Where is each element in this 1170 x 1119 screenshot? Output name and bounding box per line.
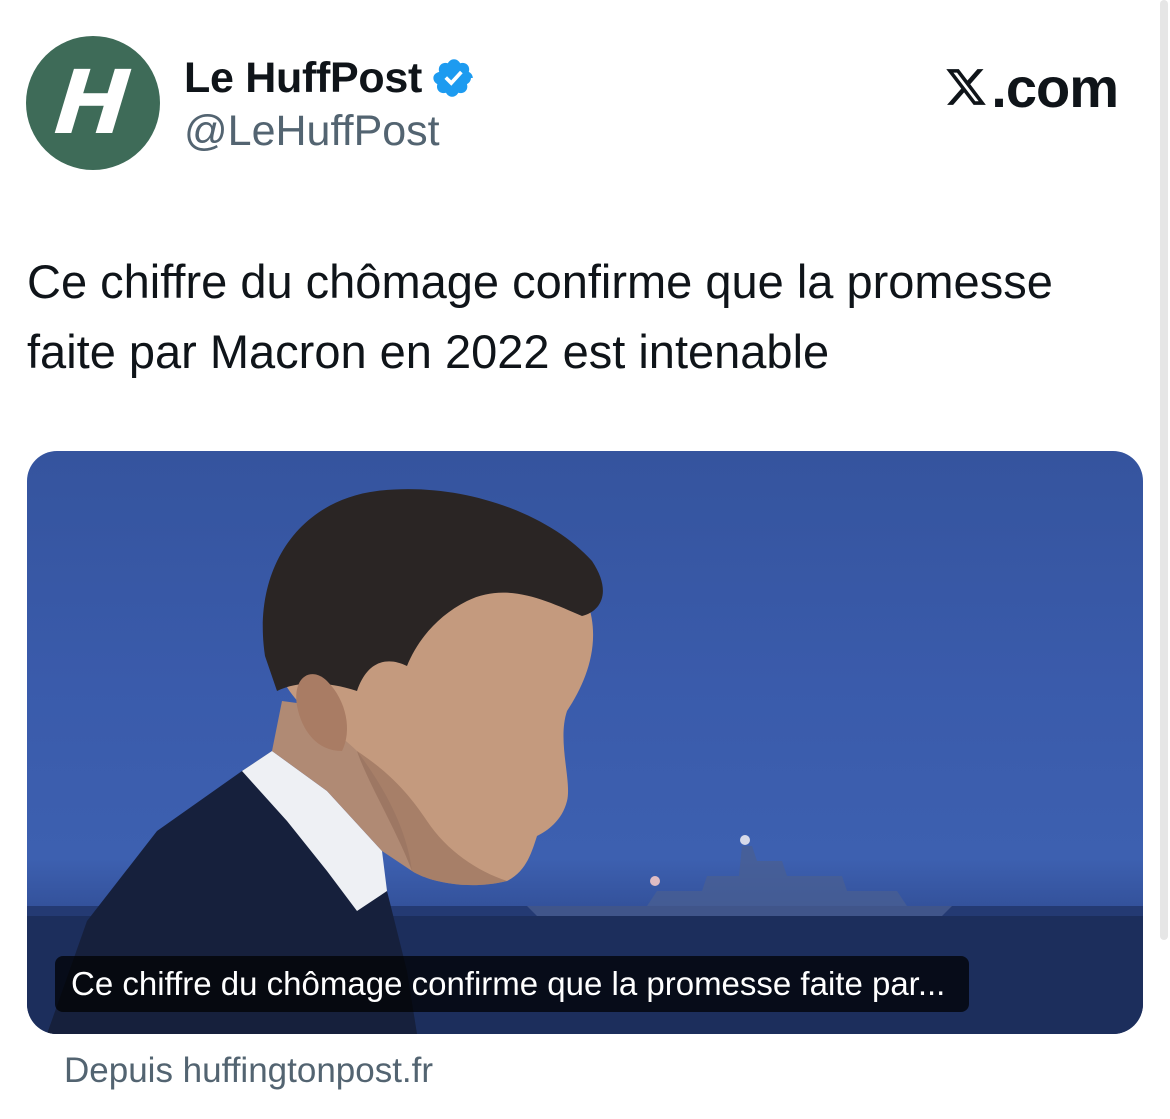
tweet-text: Ce chiffre du chômage confirme que la pr… [27, 255, 1053, 378]
avatar[interactable]: H [26, 36, 160, 170]
brand-text: .com [991, 55, 1119, 119]
link-card[interactable]: Ce chiffre du chômage confirme que la pr… [27, 451, 1143, 1034]
display-name-row: Le HuffPost [184, 52, 476, 104]
x-com-brand: .com [943, 55, 1119, 119]
card-caption: Ce chiffre du chômage confirme que la pr… [55, 956, 970, 1012]
scrollbar[interactable] [1160, 0, 1168, 940]
card-source-link[interactable]: Depuis huffingtonpost.fr [64, 1048, 433, 1094]
verified-badge-icon [433, 59, 473, 97]
display-name[interactable]: Le HuffPost [184, 54, 422, 103]
x-logo-icon [946, 69, 987, 105]
user-handle[interactable]: @LeHuffPost [184, 105, 440, 157]
avatar-logo-letter: H [50, 51, 136, 154]
card-image [27, 489, 1143, 1034]
card-caption-text: Ce chiffre du chômage confirme que la pr… [71, 965, 946, 1002]
